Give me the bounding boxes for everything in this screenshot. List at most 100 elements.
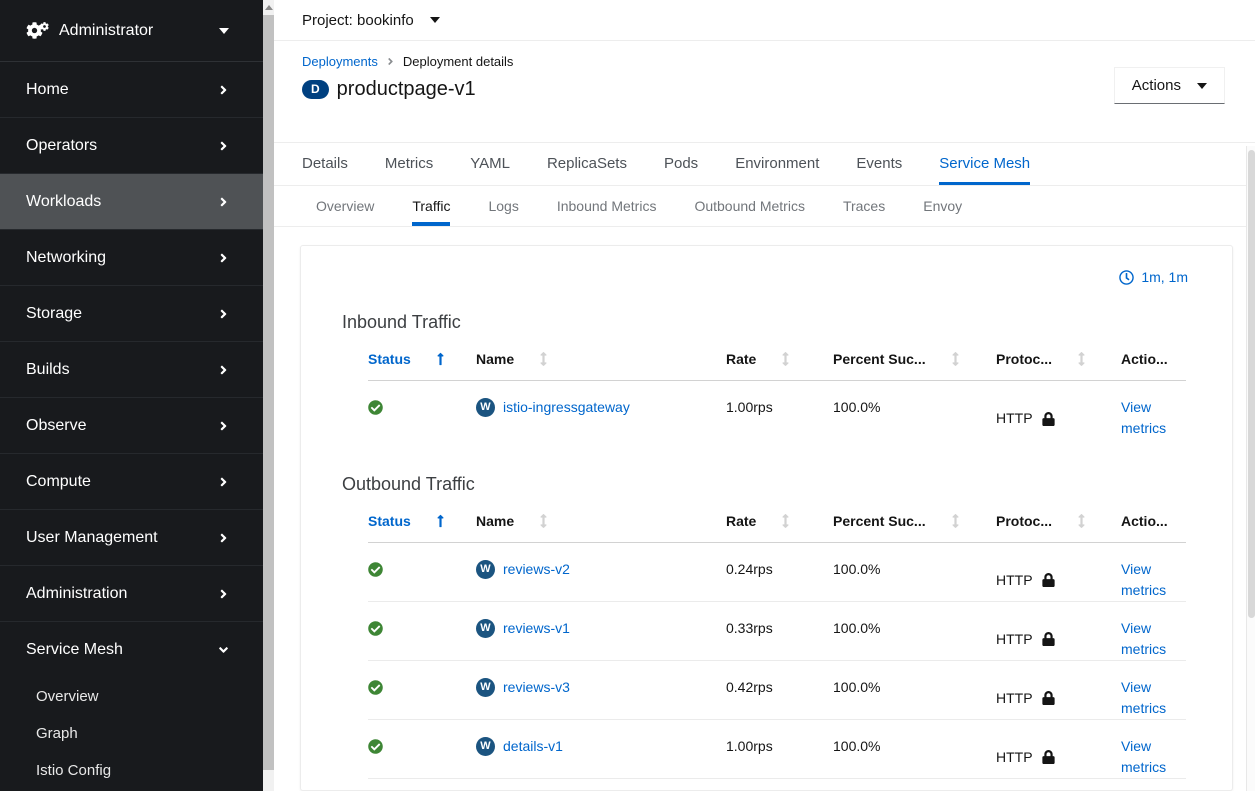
sort-icon[interactable]	[1077, 514, 1086, 528]
sort-icon[interactable]	[781, 352, 790, 366]
sidebar-scrollbar-thumb[interactable]	[263, 15, 274, 770]
subtab-inbound-metrics[interactable]: Inbound Metrics	[557, 186, 657, 226]
subtab-traces[interactable]: Traces	[843, 186, 885, 226]
sidebar-item-label: Compute	[26, 473, 91, 491]
workload-link[interactable]: details-v1	[503, 736, 563, 757]
column-header-status[interactable]: Status	[368, 501, 476, 542]
sidebar-scrollbar[interactable]	[263, 0, 274, 791]
subtab-logs[interactable]: Logs	[488, 186, 518, 226]
sidebar-item-service-mesh-istio-config[interactable]: Istio Config	[0, 752, 263, 789]
sidebar-item-operators[interactable]: Operators	[0, 118, 263, 174]
column-header-percent-success[interactable]: Percent Suc...	[833, 501, 996, 542]
protocol-value: HTTP	[996, 408, 1033, 429]
percent-success-value: 100.0%	[833, 720, 996, 778]
table-header-row: Status Name Rate Percent Suc... Protoc..…	[368, 501, 1186, 543]
sidebar-item-label: Observe	[26, 417, 86, 435]
protocol-value: HTTP	[996, 747, 1033, 768]
perspective-switcher[interactable]: Administrator	[0, 0, 263, 62]
sort-icon[interactable]	[951, 514, 960, 528]
caret-down-icon	[219, 28, 229, 34]
table-row: Wreviews-v2 0.24rps 100.0% HTTP View met…	[368, 543, 1186, 602]
workload-badge: W	[476, 678, 495, 697]
view-metrics-link[interactable]: View metrics	[1121, 399, 1166, 436]
breadcrumb-deployments-link[interactable]: Deployments	[302, 54, 378, 69]
column-header-name[interactable]: Name	[476, 339, 726, 380]
table-row: Wistio-ingressgateway 1.00rps 100.0% HTT…	[368, 381, 1186, 440]
subtab-outbound-metrics[interactable]: Outbound Metrics	[694, 186, 805, 226]
view-metrics-link[interactable]: View metrics	[1121, 679, 1166, 716]
table-row: Wreviews-v1 0.33rps 100.0% HTTP View met…	[368, 602, 1186, 661]
main-area: Project: bookinfo Deployments Deployment…	[274, 0, 1255, 791]
column-header-percent-success[interactable]: Percent Suc...	[833, 339, 996, 380]
sidebar-item-workloads[interactable]: Workloads	[0, 174, 263, 230]
percent-success-value: 100.0%	[833, 602, 996, 660]
page-header: Deployments Deployment details D product…	[274, 41, 1255, 143]
workload-link[interactable]: reviews-v1	[503, 618, 570, 639]
subtab-overview[interactable]: Overview	[316, 186, 374, 226]
chevron-right-icon	[218, 307, 229, 321]
view-metrics-link[interactable]: View metrics	[1121, 620, 1166, 657]
sidebar-item-observe[interactable]: Observe	[0, 398, 263, 454]
sidebar-item-networking[interactable]: Networking	[0, 230, 263, 286]
column-header-protocol[interactable]: Protoc...	[996, 339, 1121, 380]
tab-details[interactable]: Details	[302, 143, 348, 185]
percent-success-value: 100.0%	[833, 381, 996, 440]
tab-environment[interactable]: Environment	[735, 143, 819, 185]
sort-ascending-icon[interactable]	[436, 352, 445, 366]
time-range-control[interactable]: 1m, 1m	[342, 269, 1188, 285]
sort-icon[interactable]	[539, 352, 548, 366]
rate-value: 0.33rps	[726, 602, 833, 660]
column-header-protocol[interactable]: Protoc...	[996, 501, 1121, 542]
sort-ascending-icon[interactable]	[436, 514, 445, 528]
sort-icon[interactable]	[951, 352, 960, 366]
subtab-envoy[interactable]: Envoy	[923, 186, 962, 226]
sidebar-item-label: Storage	[26, 305, 82, 323]
sidebar-item-builds[interactable]: Builds	[0, 342, 263, 398]
sidebar-item-service-mesh-graph[interactable]: Graph	[0, 715, 263, 752]
sort-icon[interactable]	[1077, 352, 1086, 366]
sort-icon[interactable]	[781, 514, 790, 528]
deployment-badge: D	[302, 80, 329, 99]
tab-yaml[interactable]: YAML	[470, 143, 510, 185]
page-scrollbar[interactable]	[1246, 146, 1255, 791]
caret-down-icon[interactable]	[430, 17, 440, 23]
column-header-rate[interactable]: Rate	[726, 339, 833, 380]
workload-link[interactable]: istio-ingressgateway	[503, 397, 630, 418]
breadcrumb: Deployments Deployment details	[302, 54, 1225, 69]
sidebar-item-service-mesh[interactable]: Service Mesh	[0, 622, 263, 678]
project-selector[interactable]: Project: bookinfo	[302, 12, 414, 29]
sidebar-item-user-management[interactable]: User Management	[0, 510, 263, 566]
chevron-right-icon	[218, 531, 229, 545]
view-metrics-link[interactable]: View metrics	[1121, 561, 1166, 598]
tab-service-mesh[interactable]: Service Mesh	[939, 143, 1030, 185]
sidebar-item-storage[interactable]: Storage	[0, 286, 263, 342]
sidebar-item-label: Operators	[26, 137, 97, 155]
column-header-status[interactable]: Status	[368, 339, 476, 380]
sidebar: Administrator Home Operators Workloads N…	[0, 0, 274, 791]
tab-replicasets[interactable]: ReplicaSets	[547, 143, 627, 185]
tab-pods[interactable]: Pods	[664, 143, 698, 185]
workload-link[interactable]: reviews-v3	[503, 677, 570, 698]
scrollbar-up-arrow[interactable]	[263, 0, 274, 15]
actions-button[interactable]: Actions	[1114, 67, 1225, 104]
column-header-name[interactable]: Name	[476, 501, 726, 542]
traffic-content: 1m, 1m Inbound Traffic Status Name Rate …	[274, 227, 1255, 791]
page-scrollbar-thumb[interactable]	[1248, 150, 1255, 618]
tab-metrics[interactable]: Metrics	[385, 143, 433, 185]
sidebar-item-administration[interactable]: Administration	[0, 566, 263, 622]
sidebar-item-compute[interactable]: Compute	[0, 454, 263, 510]
workload-link[interactable]: reviews-v2	[503, 559, 570, 580]
sidebar-item-home[interactable]: Home	[0, 62, 263, 118]
perspective-label: Administrator	[59, 22, 153, 40]
view-metrics-link[interactable]: View metrics	[1121, 738, 1166, 775]
healthy-status-icon	[368, 602, 476, 660]
tab-events[interactable]: Events	[856, 143, 902, 185]
subtab-traffic[interactable]: Traffic	[412, 186, 450, 226]
lock-icon	[1042, 412, 1055, 426]
sort-icon[interactable]	[539, 514, 548, 528]
table-row: Wdetails-v1 1.00rps 100.0% HTTP View met…	[368, 720, 1186, 779]
column-header-rate[interactable]: Rate	[726, 501, 833, 542]
sidebar-item-service-mesh-overview[interactable]: Overview	[0, 678, 263, 715]
chevron-right-icon	[218, 587, 229, 601]
sidebar-item-label: Workloads	[26, 193, 101, 211]
